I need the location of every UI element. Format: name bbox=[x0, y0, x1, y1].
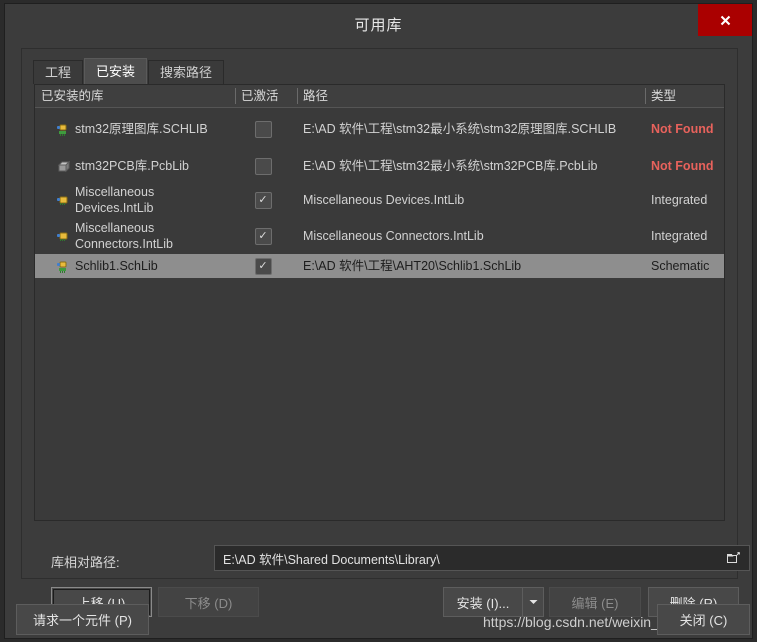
library-type-cell: Not Found bbox=[651, 122, 714, 136]
pcb-library-icon bbox=[56, 159, 70, 173]
tab-bar: 工程 已安装 搜索路径 bbox=[33, 58, 225, 84]
integrated-library-icon bbox=[56, 229, 70, 243]
library-name-text: Miscellaneous Devices.IntLib bbox=[75, 185, 155, 215]
page-title: 可用库 bbox=[354, 17, 403, 34]
edit-button: 编辑 (E) bbox=[549, 587, 641, 617]
tab-search-paths[interactable]: 搜索路径 bbox=[148, 60, 225, 84]
library-name-cell: stm32PCB库.PcbLib bbox=[35, 156, 235, 176]
activated-cell[interactable]: ✓ bbox=[235, 256, 297, 277]
request-component-button[interactable]: 请求一个元件 (P) bbox=[16, 604, 149, 635]
tab-projects[interactable]: 工程 bbox=[33, 60, 84, 84]
column-header-path[interactable]: 路径 bbox=[297, 85, 645, 107]
relative-path-label: 库相对路径: bbox=[51, 555, 120, 570]
activated-checkbox[interactable]: ✓ bbox=[254, 191, 272, 209]
table-row[interactable]: stm32PCB库.PcbLib E:\AD 软件\工程\stm32最小系统\s… bbox=[35, 150, 724, 182]
table-row[interactable]: stm32原理图库.SCHLIB E:\AD 软件\工程\stm32最小系统\s… bbox=[35, 108, 724, 150]
list-header: 已安装的库 已激活 路径 类型 bbox=[35, 85, 724, 108]
close-button[interactable]: 关闭 (C) bbox=[657, 604, 750, 635]
library-name-text: Miscellaneous Connectors.IntLib bbox=[75, 221, 173, 251]
schematic-library-icon bbox=[56, 259, 70, 273]
activated-cell[interactable] bbox=[235, 156, 297, 177]
title-bar: 可用库 bbox=[5, 4, 752, 42]
library-path-cell: E:\AD 软件\工程\AHT20\Schlib1.SchLib bbox=[303, 259, 522, 273]
table-row[interactable]: Miscellaneous Devices.IntLib ✓ Miscellan… bbox=[35, 182, 724, 218]
library-type-cell: Integrated bbox=[651, 229, 708, 243]
library-name-text: stm32PCB库.PcbLib bbox=[75, 159, 189, 173]
installed-libraries-list[interactable]: 已安装的库 已激活 路径 类型 stm32原理图库.SCHLIB E:\AD 软… bbox=[34, 84, 725, 521]
library-name-cell: Miscellaneous Devices.IntLib bbox=[35, 182, 235, 218]
activated-checkbox[interactable]: ✓ bbox=[254, 227, 272, 245]
available-libraries-dialog: 可用库 工程 已安装 搜索路径 已安装的库 已激活 路径 类型 stm32原理图… bbox=[4, 3, 753, 639]
move-down-button: 下移 (D) bbox=[158, 587, 259, 617]
library-name-cell: Miscellaneous Connectors.IntLib bbox=[35, 218, 235, 254]
table-row[interactable]: Schlib1.SchLib ✓ E:\AD 软件\工程\AHT20\Schli… bbox=[35, 254, 724, 278]
library-path-cell: Miscellaneous Devices.IntLib bbox=[303, 193, 465, 207]
close-x-icon[interactable] bbox=[698, 4, 752, 36]
activated-checkbox[interactable] bbox=[254, 120, 272, 138]
column-header-type[interactable]: 类型 bbox=[645, 85, 724, 107]
column-header-name[interactable]: 已安装的库 bbox=[35, 85, 235, 107]
table-row[interactable]: Miscellaneous Connectors.IntLib ✓ Miscel… bbox=[35, 218, 724, 254]
activated-checkbox[interactable]: ✓ bbox=[254, 257, 272, 275]
relative-path-input[interactable]: E:\AD 软件\Shared Documents\Library\ bbox=[214, 545, 750, 571]
tab-installed[interactable]: 已安装 bbox=[84, 58, 148, 84]
library-type-cell: Schematic bbox=[651, 259, 710, 273]
library-type-cell: Not Found bbox=[651, 159, 714, 173]
activated-checkbox[interactable] bbox=[254, 157, 272, 175]
activated-cell[interactable] bbox=[235, 119, 297, 140]
main-panel: 工程 已安装 搜索路径 已安装的库 已激活 路径 类型 stm32原理图库.SC… bbox=[21, 48, 750, 617]
integrated-library-icon bbox=[56, 193, 70, 207]
activated-cell[interactable]: ✓ bbox=[235, 226, 297, 247]
install-button[interactable]: 安装 (I)... bbox=[443, 587, 522, 617]
library-path-cell: Miscellaneous Connectors.IntLib bbox=[303, 229, 484, 243]
library-path-cell: E:\AD 软件\工程\stm32最小系统\stm32原理图库.SCHLIB bbox=[303, 122, 617, 136]
folder-open-icon[interactable] bbox=[725, 550, 741, 566]
chevron-down-icon[interactable] bbox=[522, 587, 544, 617]
library-type-cell: Integrated bbox=[651, 193, 708, 207]
column-header-activated[interactable]: 已激活 bbox=[235, 85, 297, 107]
schematic-library-icon bbox=[56, 122, 70, 136]
library-path-cell: E:\AD 软件\工程\stm32最小系统\stm32PCB库.PcbLib bbox=[303, 159, 598, 173]
library-name-text: stm32原理图库.SCHLIB bbox=[75, 122, 208, 136]
library-name-cell: stm32原理图库.SCHLIB bbox=[35, 119, 235, 139]
relative-path-value: E:\AD 软件\Shared Documents\Library\ bbox=[223, 552, 440, 567]
activated-cell[interactable]: ✓ bbox=[235, 190, 297, 211]
library-name-cell: Schlib1.SchLib bbox=[35, 256, 235, 276]
library-name-text: Schlib1.SchLib bbox=[75, 259, 158, 273]
